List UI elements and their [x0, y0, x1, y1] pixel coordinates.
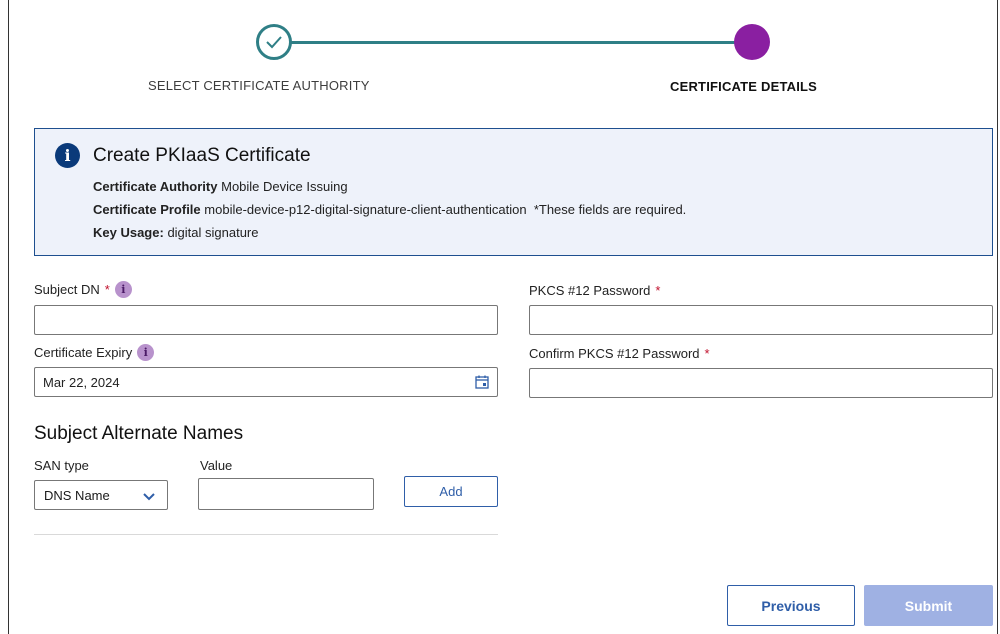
step-current-indicator: [734, 24, 770, 60]
required-fields-note: *These fields are required.: [533, 202, 687, 217]
san-value-label: Value: [200, 458, 233, 473]
info-key-usage-value: digital signature: [167, 225, 259, 240]
info-profile-value: mobile-device-p12-digital-signature-clie…: [204, 202, 527, 217]
info-title: Create PKIaaS Certificate: [93, 145, 311, 166]
pkcs-password-input[interactable]: [529, 305, 993, 335]
step-label-certificate-details: CERTIFICATE DETAILS: [670, 79, 818, 94]
san-type-select[interactable]: DNS Name: [34, 480, 168, 510]
add-san-button[interactable]: Add: [404, 476, 498, 507]
pkcs-password-label-text: PKCS #12 Password: [529, 283, 651, 298]
chevron-down-icon: [143, 493, 155, 501]
required-mark: *: [655, 283, 661, 298]
subject-dn-label: Subject DN * i: [34, 281, 132, 298]
certificate-expiry-input[interactable]: Mar 22, 2024: [34, 367, 498, 397]
confirm-password-input[interactable]: [529, 368, 993, 398]
info-profile-line: Certificate Profile mobile-device-p12-di…: [93, 202, 686, 217]
certificate-expiry-label-text: Certificate Expiry: [34, 345, 133, 360]
info-ca-value: Mobile Device Issuing: [221, 179, 348, 194]
step-label-select-ca[interactable]: SELECT CERTIFICATE AUTHORITY: [148, 78, 370, 93]
submit-button[interactable]: Submit: [864, 585, 993, 626]
info-ca-key: Certificate Authority: [93, 179, 218, 194]
subject-dn-label-text: Subject DN: [34, 282, 100, 297]
required-mark: *: [704, 346, 710, 361]
info-ca-line: Certificate Authority Mobile Device Issu…: [93, 179, 348, 194]
calendar-icon[interactable]: [475, 375, 489, 389]
san-type-label: SAN type: [34, 458, 89, 473]
certificate-expiry-value: Mar 22, 2024: [43, 374, 120, 390]
certificate-expiry-label: Certificate Expiry i: [34, 344, 155, 361]
previous-button[interactable]: Previous: [727, 585, 855, 626]
subject-dn-input[interactable]: [34, 305, 498, 335]
progress-stepper: SELECT CERTIFICATE AUTHORITY CERTIFICATE…: [0, 0, 1000, 110]
san-value-input[interactable]: [198, 478, 374, 510]
confirm-password-label-text: Confirm PKCS #12 Password: [529, 346, 700, 361]
pkcs-password-label: PKCS #12 Password *: [529, 283, 660, 298]
info-key-usage-line: Key Usage: digital signature: [93, 225, 259, 240]
info-icon: i: [55, 143, 80, 168]
confirm-password-label: Confirm PKCS #12 Password *: [529, 346, 710, 361]
step-complete-check-icon: [256, 24, 292, 60]
info-profile-key: Certificate Profile: [93, 202, 201, 217]
info-help-icon[interactable]: i: [114, 281, 132, 298]
info-help-icon[interactable]: i: [137, 344, 155, 361]
san-type-selected: DNS Name: [44, 487, 110, 503]
section-divider: [34, 534, 498, 535]
info-key-usage-key: Key Usage:: [93, 225, 164, 240]
san-section-title: Subject Alternate Names: [34, 423, 244, 444]
certificate-info-panel: i Create PKIaaS Certificate Certificate …: [34, 128, 993, 256]
stepper-connector: [290, 41, 735, 44]
required-mark: *: [104, 282, 110, 297]
